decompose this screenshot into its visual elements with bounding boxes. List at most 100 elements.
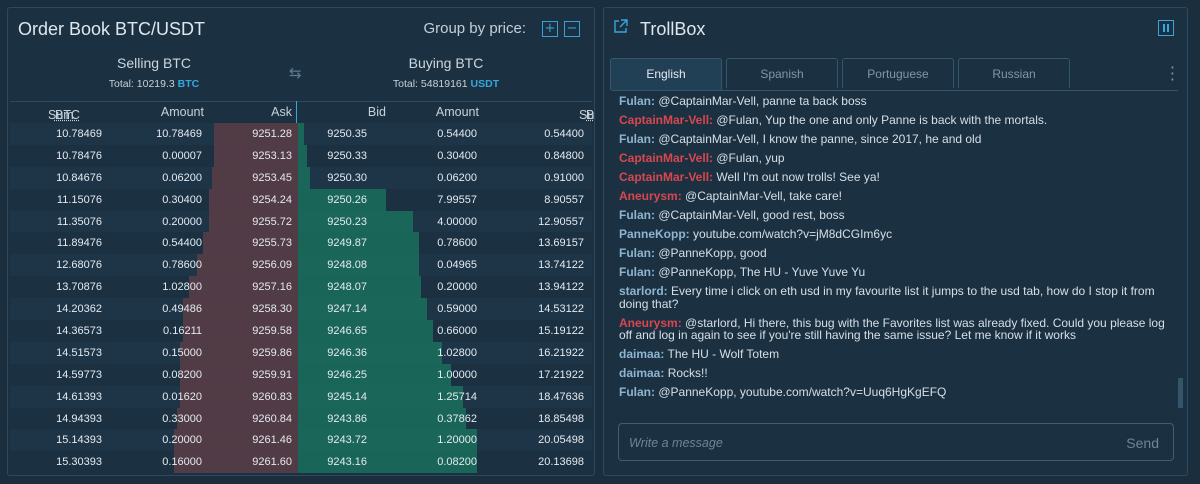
cell-sum: 14.20362	[56, 303, 102, 316]
order-row[interactable]: 12.68076 0.78600 9256.09 9248.08 0.04965 13.7…	[10, 254, 592, 277]
cell-amount2: 1.02800	[437, 346, 477, 359]
chat-username[interactable]: Fulan:	[619, 94, 655, 108]
order-row[interactable]: 14.20362 0.49486 9258.30 9247.14 0.59000 14.5…	[10, 298, 592, 321]
order-row[interactable]: 10.84676 0.06200 9253.45 9250.30 0.06200 0.91…	[10, 166, 592, 189]
cell-sum2: 16.21922	[538, 346, 584, 359]
cell-ask: 9258.30	[252, 303, 292, 316]
cell-bid: 9250.33	[327, 149, 367, 162]
cell-sum: 14.61393	[56, 390, 102, 403]
cell-sum: 11.35076	[56, 215, 102, 228]
order-row[interactable]: 11.35076 0.20000 9255.72 9250.23 4.00000 12.9…	[10, 210, 592, 233]
cell-amount2: 1.00000	[437, 368, 477, 381]
external-link-icon[interactable]	[613, 19, 628, 34]
chat-username[interactable]: CaptainMar-Vell:	[619, 151, 713, 165]
more-options-icon[interactable]: · · ·	[1170, 60, 1175, 88]
chat-message: CaptainMar-Vell: @Fulan, yup	[619, 152, 1172, 165]
order-row[interactable]: 15.14393 0.20000 9261.46 9243.72 1.20000 20.0…	[10, 429, 592, 452]
chat-username[interactable]: Aneurysm:	[619, 189, 682, 203]
col-sum-sell[interactable]: Sum BTC	[48, 105, 80, 122]
message-input-placeholder[interactable]: Write a message	[629, 436, 723, 450]
cell-amount: 0.08200	[162, 368, 202, 381]
cell-sum2: 13.74122	[538, 259, 584, 272]
order-row[interactable]: 10.78476 0.00007 9253.13 9250.33 0.30400 0.84…	[10, 144, 592, 167]
swap-icon[interactable]: ⇆	[289, 64, 302, 82]
order-row[interactable]: 14.61393 0.01620 9260.83 9245.14 1.25714 18.4…	[10, 385, 592, 408]
chat-text: @CaptainMar-Vell, take care!	[685, 189, 842, 203]
chat-text: @CaptainMar-Vell, panne ta back boss	[658, 94, 867, 108]
cell-bid: 9248.07	[327, 281, 367, 294]
order-row[interactable]: 11.89476 0.54400 9255.73 9249.87 0.78600 13.6…	[10, 232, 592, 255]
chat-message: PanneKopp: youtube.com/watch?v=jM8dCGIm6…	[619, 228, 1172, 241]
buying-total-currency: USDT	[470, 78, 500, 90]
col-amount-buy: Amount	[435, 105, 479, 119]
chat-text: @PanneKopp, youtube.com/watch?v=Uuq6HgKg…	[658, 385, 947, 399]
cell-sum: 11.89476	[56, 237, 102, 250]
cell-sum: 14.51573	[56, 346, 102, 359]
chat-message: Fulan: @CaptainMar-Vell, good rest, boss	[619, 209, 1172, 222]
order-row[interactable]: 10.78469 10.78469 9251.28 9250.35 0.54400 0.5…	[10, 123, 592, 145]
tab-russian[interactable]: Russian	[958, 58, 1070, 88]
chat-username[interactable]: Fulan:	[619, 132, 655, 146]
cell-sum: 10.78469	[56, 128, 102, 140]
chat-message: Aneurysm: @CaptainMar-Vell, take care!	[619, 190, 1172, 203]
order-book-title: Order Book BTC/USDT	[18, 19, 206, 39]
cell-amount2: 0.20000	[437, 281, 477, 294]
buying-title: Buying BTC	[408, 55, 484, 71]
pause-icon[interactable]	[1158, 20, 1174, 36]
cell-ask: 9255.73	[252, 237, 292, 250]
cell-ask: 9260.83	[252, 390, 292, 403]
chat-text: @PanneKopp, The HU - Yuve Yuve Yu	[658, 265, 866, 279]
chat-text: @CaptainMar-Vell, I know the panne, sinc…	[658, 132, 982, 146]
chat-scrollbar[interactable]	[1178, 378, 1183, 408]
chat-username[interactable]: Fulan:	[619, 208, 655, 222]
cell-ask: 9257.16	[252, 281, 292, 294]
buying-total: Total: 54819161 USDT	[336, 78, 556, 90]
col-sum-sell-unit[interactable]: BTC	[55, 108, 80, 122]
cell-sum: 12.68076	[56, 259, 102, 272]
send-button[interactable]: Send	[1126, 435, 1159, 451]
cell-amount2: 1.25714	[437, 390, 477, 403]
message-input[interactable]: Write a message Send	[618, 423, 1174, 461]
group-decrease-button[interactable]: −	[564, 20, 580, 37]
chat-message: Fulan: @PanneKopp, The HU - Yuve Yuve Yu	[619, 266, 1172, 279]
cell-bid: 9250.35	[327, 128, 367, 140]
chat-username[interactable]: Fulan:	[619, 246, 655, 260]
cell-amount2: 0.06200	[437, 171, 477, 184]
col-sum-buy[interactable]: Sum BTC	[579, 105, 594, 122]
buy-depth-bar	[298, 363, 451, 386]
order-row[interactable]: 13.70876 1.02800 9257.16 9248.07 0.20000 13.9…	[10, 276, 592, 299]
chat-username[interactable]: CaptainMar-Vell:	[619, 113, 713, 127]
trollbox-title: TrollBox	[640, 19, 706, 39]
chat-username[interactable]: Fulan:	[619, 265, 655, 279]
chat-username[interactable]: daimaa:	[619, 366, 664, 380]
tab-portuguese[interactable]: Portuguese	[842, 58, 954, 88]
chat-message: daimaa: Rocks!!	[619, 367, 1172, 380]
cell-amount2: 1.20000	[437, 434, 477, 447]
cell-amount: 1.02800	[162, 281, 202, 294]
cell-bid: 9246.36	[327, 346, 367, 359]
cell-amount: 0.54400	[162, 237, 202, 250]
tab-spanish[interactable]: Spanish	[726, 58, 838, 88]
group-by-price-label: Group by price:	[423, 20, 526, 37]
col-sum-buy-unit[interactable]: BTC	[586, 108, 594, 122]
order-row[interactable]: 14.51573 0.15000 9259.86 9246.36 1.02800 16.2…	[10, 341, 592, 364]
cell-sum: 10.78476	[56, 149, 102, 162]
col-amount-sell: Amount	[160, 105, 204, 119]
cell-sum2: 18.85498	[538, 412, 584, 425]
cell-ask: 9255.72	[252, 215, 292, 228]
chat-username[interactable]: Fulan:	[619, 385, 655, 399]
chat-username[interactable]: PanneKopp:	[619, 227, 690, 241]
chat-username[interactable]: daimaa:	[619, 347, 664, 361]
order-row[interactable]: 11.15076 0.30400 9254.24 9250.26 7.99557 8.90…	[10, 188, 592, 211]
cell-amount2: 0.08200	[437, 456, 477, 469]
group-increase-button[interactable]: +	[542, 20, 558, 37]
order-row[interactable]: 14.94393 0.33000 9260.84 9243.86 0.37862 18.8…	[10, 407, 592, 430]
order-row[interactable]: 14.36573 0.16211 9259.58 9246.65 0.66000 15.1…	[10, 320, 592, 342]
cell-amount2: 0.30400	[437, 149, 477, 162]
tab-english[interactable]: English	[610, 58, 722, 90]
cell-bid: 9243.72	[327, 434, 367, 447]
cell-bid: 9246.65	[327, 325, 367, 338]
chat-username[interactable]: CaptainMar-Vell:	[619, 170, 713, 184]
order-row[interactable]: 15.30393 0.16000 9261.60 9243.16 0.08200 20.1…	[10, 451, 592, 474]
order-row[interactable]: 14.59773 0.08200 9259.91 9246.25 1.00000 17.2…	[10, 363, 592, 386]
